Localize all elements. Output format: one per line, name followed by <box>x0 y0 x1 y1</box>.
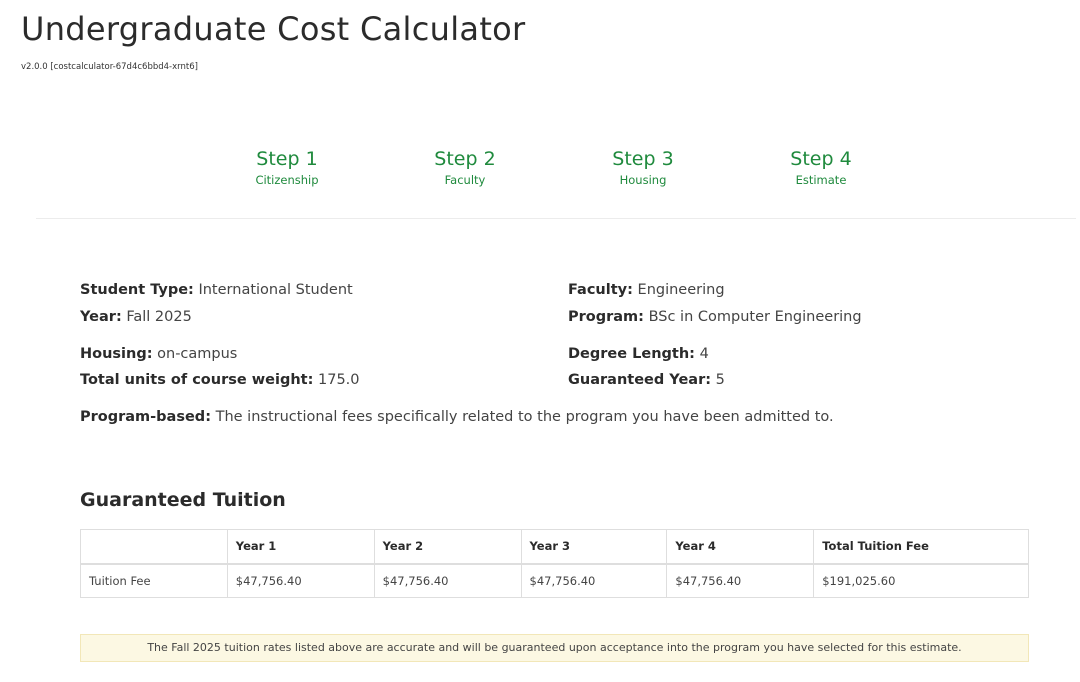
year-line: Year: Fall 2025 <box>80 307 192 327</box>
column-header-year-1: Year 1 <box>226 529 375 565</box>
student-type-label: Student Type: <box>80 282 194 298</box>
table-cell: $47,756.40 <box>373 563 522 598</box>
version-label: v2.0.0 [costcalculator-67d4c6bbd4-xrnt6] <box>21 62 198 72</box>
step-2-faculty[interactable]: Step 2 Faculty <box>376 146 554 188</box>
degree-length-label: Degree Length: <box>568 346 695 362</box>
table-cell-total: $191,025.60 <box>813 563 1029 598</box>
column-header-year-2: Year 2 <box>373 529 522 565</box>
guaranteed-tuition-heading: Guaranteed Tuition <box>80 489 286 511</box>
column-header-year-3: Year 3 <box>520 529 668 565</box>
total-units-label: Total units of course weight: <box>80 372 314 388</box>
step-3-housing[interactable]: Step 3 Housing <box>554 146 732 188</box>
student-type-line: Student Type: International Student <box>80 280 353 300</box>
faculty-value: Engineering <box>637 282 725 298</box>
table-row: Tuition Fee $47,756.40 $47,756.40 $47,75… <box>80 563 1029 598</box>
guaranteed-year-value: 5 <box>715 372 725 388</box>
step-subtitle: Faculty <box>444 173 486 187</box>
year-value: Fall 2025 <box>126 309 192 325</box>
student-type-value: International Student <box>198 282 353 298</box>
program-line: Program: BSc in Computer Engineering <box>568 307 862 327</box>
column-header-year-4: Year 4 <box>666 529 815 565</box>
cost-calculator-page: Undergraduate Cost Calculator v2.0.0 [co… <box>0 0 1080 682</box>
program-based-label: Program-based: <box>80 409 211 425</box>
guaranteed-year-line: Guaranteed Year: 5 <box>568 370 725 390</box>
table-cell: $47,756.40 <box>520 563 668 598</box>
step-4-estimate[interactable]: Step 4 Estimate <box>732 146 910 188</box>
degree-length-value: 4 <box>699 346 709 362</box>
page-title: Undergraduate Cost Calculator <box>21 10 526 48</box>
total-units-line: Total units of course weight: 175.0 <box>80 370 360 390</box>
year-label: Year: <box>80 309 122 325</box>
guaranteed-year-label: Guaranteed Year: <box>568 372 712 388</box>
step-title: Step 2 <box>434 148 496 170</box>
program-based-line: Program-based: The instructional fees sp… <box>80 407 834 427</box>
tuition-table: Year 1 Year 2 Year 3 Year 4 Total Tuitio… <box>80 529 1029 598</box>
degree-length-line: Degree Length: 4 <box>568 344 709 364</box>
program-based-value: The instructional fees specifically rela… <box>215 409 834 425</box>
step-subtitle: Housing <box>619 173 667 187</box>
step-navigation: Step 1 Citizenship Step 2 Faculty Step 3… <box>0 146 1080 206</box>
step-title: Step 3 <box>612 148 674 170</box>
housing-label: Housing: <box>80 346 153 362</box>
row-label: Tuition Fee <box>80 563 228 598</box>
faculty-line: Faculty: Engineering <box>568 280 725 300</box>
program-value: BSc in Computer Engineering <box>648 309 862 325</box>
step-subtitle: Estimate <box>795 173 847 187</box>
step-title: Step 1 <box>256 148 318 170</box>
step-subtitle: Citizenship <box>255 173 319 187</box>
housing-value: on-campus <box>157 346 238 362</box>
faculty-label: Faculty: <box>568 282 633 298</box>
total-units-value: 175.0 <box>318 372 360 388</box>
table-cell: $47,756.40 <box>666 563 815 598</box>
step-title: Step 4 <box>790 148 852 170</box>
guarantee-notice: The Fall 2025 tuition rates listed above… <box>80 634 1029 662</box>
step-divider <box>36 218 1076 219</box>
column-header-total: Total Tuition Fee <box>813 529 1029 565</box>
column-header <box>80 529 228 565</box>
step-1-citizenship[interactable]: Step 1 Citizenship <box>198 146 376 188</box>
housing-line: Housing: on-campus <box>80 344 237 364</box>
program-label: Program: <box>568 309 644 325</box>
table-cell: $47,756.40 <box>226 563 375 598</box>
table-header-row: Year 1 Year 2 Year 3 Year 4 Total Tuitio… <box>80 529 1029 565</box>
